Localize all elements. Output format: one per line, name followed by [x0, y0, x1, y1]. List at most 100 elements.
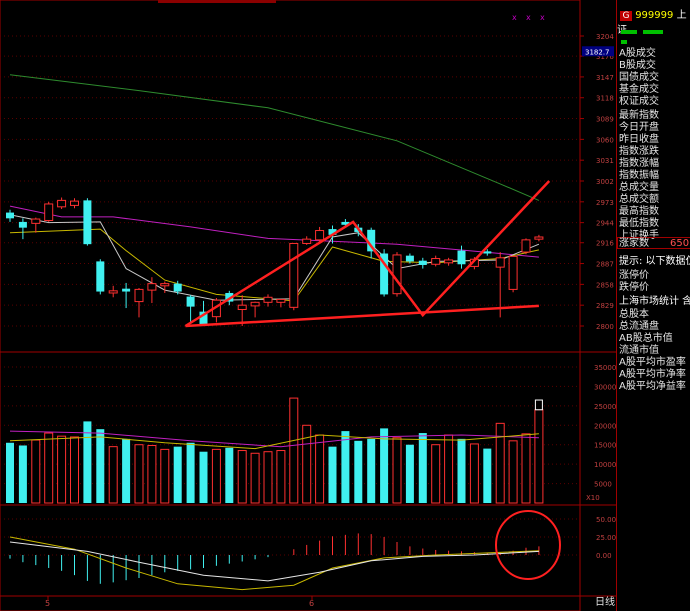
volume-bar-up [534, 409, 544, 504]
period-label[interactable]: 日线 [595, 597, 615, 609]
index-code: 999999 [635, 10, 674, 21]
candle-body-down [173, 283, 182, 292]
panel-item: 权证成交 [619, 96, 659, 107]
candle-body-up [160, 283, 170, 287]
candle-body-up [444, 259, 454, 264]
candle-body-up [57, 199, 67, 208]
volume-bar-up [160, 448, 170, 504]
macd-line [9, 536, 539, 591]
price-tick-label: 2858 [596, 281, 614, 289]
panel-item: 指数涨幅 [619, 158, 659, 169]
candle-body-up [289, 242, 299, 308]
volume-bar-down [405, 444, 414, 503]
volume-bars [6, 397, 544, 504]
panel-item: 流通市值 [619, 345, 659, 356]
price-tick-label: 2944 [596, 220, 614, 228]
market-stats-title: 上海市场统计 含 [619, 296, 690, 307]
svg-text:x: x [512, 13, 517, 22]
panel-item: 指数振幅 [619, 170, 659, 181]
volume-bar-up [444, 434, 454, 504]
candle-body-up [237, 304, 247, 310]
candle-body-down [483, 251, 492, 254]
panel-item: 涨停价 [619, 270, 649, 281]
volume-bar-down [367, 438, 376, 503]
panel-item: 最高指数 [619, 206, 659, 217]
volume-bar-up [315, 434, 325, 504]
panel-item: A股平均净益率 [619, 381, 686, 392]
candle-body-up [263, 296, 273, 303]
volume-bar-down [122, 438, 131, 503]
candle-body-up [315, 230, 325, 241]
volume-bar-up [237, 450, 247, 504]
price-tick-label: 2829 [596, 302, 614, 310]
stock-chart[interactable]: 2800 2829 2858 2887 2916 2944 2973 3002 3031 3060… [0, 0, 690, 611]
volume-bar-up [31, 439, 41, 504]
volume-bar-up [392, 437, 402, 504]
macd-panel [9, 533, 540, 591]
volume-tick-label: 30000 [594, 383, 616, 391]
macd-tick-label: 0.00 [596, 552, 612, 560]
candle-body-down [418, 260, 427, 265]
highlight-circle [495, 510, 561, 580]
panel-item: AB股总市值 [619, 333, 673, 344]
volume-bar-down [18, 445, 27, 503]
volume-bar-up [134, 444, 144, 504]
panel-item: A股平均市盈率 [619, 357, 686, 368]
panel-item: 指数涨跌 [619, 146, 659, 157]
volume-bar-up [431, 444, 441, 504]
candle-body-up [108, 290, 118, 294]
price-tick-label: 2800 [596, 323, 614, 331]
candle-body-up [147, 283, 157, 291]
macd-tick-label: 50.00 [596, 516, 616, 524]
rising-count-row: 涨家数 650 [617, 237, 690, 249]
candle-body-down [96, 261, 105, 292]
candle-body-up [276, 298, 286, 303]
chart-grid [0, 0, 616, 611]
volume-bar-up [211, 448, 221, 504]
candle-body-down [122, 288, 131, 292]
candle-body-up [508, 255, 518, 290]
volume-bar-up [147, 444, 157, 504]
candle-body-up [70, 200, 79, 206]
volume-bar-down [341, 431, 350, 503]
volume-tick-label: 5000 [594, 481, 612, 489]
volume-bar-up [250, 452, 260, 504]
macd-line [9, 541, 539, 582]
volume-bar-down [418, 433, 427, 503]
volume-bar-down [186, 442, 195, 503]
price-tick-label: 3089 [596, 116, 614, 124]
candle-body-down [6, 212, 14, 219]
volume-tick-label: 35000 [594, 364, 616, 372]
volume-multiplier-label: X10 [586, 494, 600, 502]
candle-body-up [250, 301, 260, 307]
panel-item: 基金成交 [619, 84, 659, 95]
panel-item: 总成交量 [619, 182, 659, 193]
panel-item: A股成交 [619, 48, 656, 59]
x-tick-label: 6 [309, 599, 314, 608]
candle-body-down [405, 255, 414, 262]
svg-text:x: x [540, 13, 545, 22]
candle-body-up [302, 238, 312, 244]
price-moving-averages [9, 74, 540, 302]
panel-item: 今日开盘 [619, 122, 659, 133]
panel-header: G 999999 上证 [617, 6, 690, 36]
rising-count-value: 650 [670, 238, 690, 249]
x-tick-label: 5 [45, 599, 50, 608]
quote-side-panel: G 999999 上证 A股成交B股成交国债成交基金成交权证成交最新指数今日开盘… [595, 0, 690, 611]
panel-item: 最低指数 [619, 218, 659, 229]
volume-bar-down [199, 451, 208, 503]
volume-bar-up [469, 443, 479, 504]
candle-body-down [457, 250, 466, 265]
svg-text:x: x [526, 13, 531, 22]
volume-bar-up [508, 440, 518, 504]
panel-item: 总股本 [619, 309, 649, 320]
volume-bar-up [44, 432, 54, 504]
panel-hint: 提示: 以下数据仅 [619, 256, 690, 267]
panel-item: 最新指数 [619, 110, 659, 121]
price-tick-label: 2916 [596, 240, 614, 248]
volume-bar-up [521, 433, 531, 504]
candle-body-up [431, 258, 441, 265]
price-tick-label: 3204 [596, 33, 614, 41]
candle-body-up [44, 203, 54, 221]
axis-labels: 2800 2829 2858 2887 2916 2944 2973 3002 3031 3060… [45, 33, 616, 608]
